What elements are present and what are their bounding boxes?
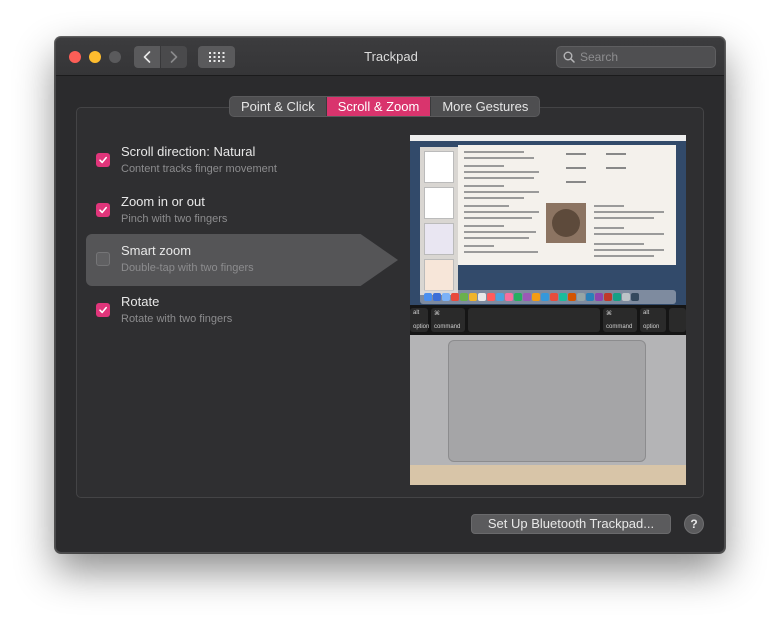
space-key [468,308,600,332]
show-all-button[interactable] [198,46,235,68]
gesture-preview-video: alt option ⌘ command ⌘ command alt option [410,135,686,485]
preview-trackpad [448,340,646,462]
help-button[interactable]: ? [684,514,704,534]
preview-sidebar [420,147,458,295]
scroll-direction-checkbox[interactable] [96,153,110,167]
option-key: alt option [410,308,429,332]
chevron-left-icon [143,51,151,63]
command-key: ⌘ command [603,308,637,332]
preview-document [458,145,676,265]
window-title: Trackpad [364,49,418,64]
option-key: alt option [640,308,666,332]
smart-zoom-checkbox[interactable] [96,252,110,266]
option-title: Zoom in or out [121,194,205,209]
back-button[interactable] [134,46,160,68]
preview-menubar [410,135,686,141]
tab-scroll-zoom[interactable]: Scroll & Zoom [326,97,432,116]
command-key: ⌘ command [431,308,465,332]
checkmark-icon [99,306,107,314]
option-title: Smart zoom [121,243,192,258]
zoom-checkbox[interactable] [96,203,110,217]
option-zoom[interactable]: Zoom in or out Pinch with two fingers [86,185,376,237]
grid-icon [208,52,224,62]
setup-bluetooth-trackpad-button[interactable]: Set Up Bluetooth Trackpad... [471,514,671,534]
tab-more-gestures[interactable]: More Gestures [431,97,539,116]
rotate-checkbox[interactable] [96,303,110,317]
option-subtitle: Content tracks finger movement [121,163,277,175]
minimize-window-button[interactable] [89,51,101,63]
preview-screen [410,135,686,305]
preview-keyboard-row: alt option ⌘ command ⌘ command alt option [410,305,686,335]
option-subtitle: Pinch with two fingers [121,213,228,225]
option-scroll-direction[interactable]: Scroll direction: Natural Content tracks… [86,135,376,187]
checkmark-icon [99,156,107,164]
tab-bar: Point & Click Scroll & Zoom More Gesture… [229,96,541,117]
search-icon [563,51,575,63]
preview-dock [420,290,676,304]
forward-button[interactable] [161,46,187,68]
preview-desk [410,465,686,485]
close-window-button[interactable] [69,51,81,63]
chevron-right-icon [170,51,178,63]
tab-point-click[interactable]: Point & Click [230,97,327,116]
search-input[interactable] [580,50,710,64]
arrow-key [669,308,686,332]
search-field[interactable] [556,46,716,68]
title-bar: Trackpad [56,38,724,76]
option-title: Scroll direction: Natural [121,144,256,159]
zoom-window-button[interactable] [109,51,121,63]
preferences-window: Trackpad Point & Click Scroll & Zoom Mor… [55,37,725,553]
option-subtitle: Rotate with two fingers [121,313,233,325]
option-rotate[interactable]: Rotate Rotate with two fingers [86,285,376,337]
option-smart-zoom[interactable]: Smart zoom Double-tap with two fingers [86,234,398,286]
option-subtitle: Double-tap with two fingers [121,262,254,274]
checkmark-icon [99,206,107,214]
option-title: Rotate [121,294,160,309]
